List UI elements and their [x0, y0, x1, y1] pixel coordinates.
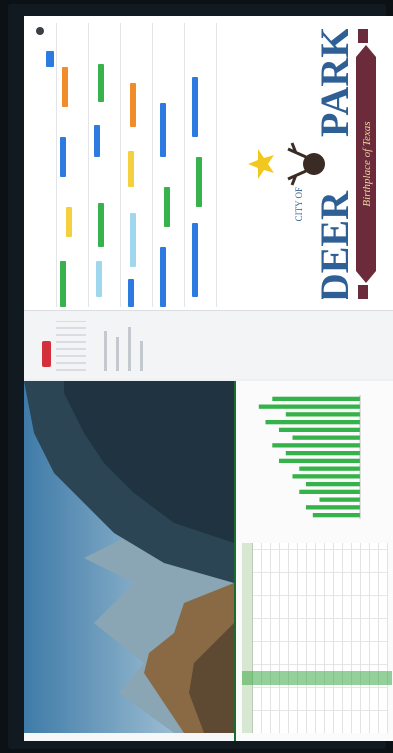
chart-bar	[306, 505, 360, 510]
calendar-event[interactable]	[66, 207, 72, 237]
table-row[interactable]	[316, 543, 325, 733]
selected-column	[242, 671, 392, 685]
calendar-event[interactable]	[192, 223, 198, 297]
calendar-event[interactable]	[130, 83, 136, 127]
calendar-event[interactable]	[192, 77, 198, 137]
logo-city-of: CITY OF	[294, 187, 304, 221]
chart-bar	[292, 474, 360, 479]
calendar-event[interactable]	[128, 279, 134, 307]
city-logo: Birthplace of Texas CITY OF DEER PARK	[244, 27, 384, 302]
longhorn-icon	[358, 285, 368, 299]
sidebar-item[interactable]	[140, 341, 143, 371]
chart-bar	[272, 396, 361, 401]
logo-name-left: DEER	[312, 190, 357, 299]
calendar-event[interactable]	[130, 213, 136, 267]
calendar-event[interactable]	[164, 187, 170, 227]
calendar-event[interactable]	[60, 137, 66, 177]
logo-tagline: Birthplace of Texas	[361, 121, 373, 206]
table-row[interactable]	[253, 543, 262, 733]
sidebar-item[interactable]	[128, 327, 131, 371]
mini-calendar[interactable]	[56, 321, 86, 371]
table-row[interactable]	[379, 543, 388, 733]
chart-bar	[319, 497, 360, 502]
spreadsheet-grid[interactable]	[242, 543, 392, 733]
chart-bar	[299, 466, 361, 471]
close-icon[interactable]	[36, 27, 44, 35]
mountain-photo	[24, 381, 234, 733]
table-row[interactable]	[343, 543, 352, 733]
calendar-event[interactable]	[98, 203, 104, 247]
calendar-sidebar	[24, 310, 393, 379]
table-row[interactable]	[370, 543, 379, 733]
calendar-event[interactable]	[62, 67, 68, 107]
table-row[interactable]	[280, 543, 289, 733]
calendar-window: Birthplace of Texas CITY OF DEER PARK	[24, 16, 393, 379]
calendar-event[interactable]	[96, 261, 102, 297]
sidebar-item[interactable]	[116, 337, 119, 371]
table-row[interactable]	[298, 543, 307, 733]
spreadsheet-window	[24, 381, 393, 741]
chart-bar	[312, 513, 361, 518]
chart-bar	[279, 458, 360, 463]
logo-name-right: PARK	[312, 29, 357, 137]
calendar-event[interactable]	[160, 103, 166, 157]
calendar-event[interactable]	[128, 151, 134, 187]
table-row[interactable]	[325, 543, 334, 733]
chart-bar	[279, 427, 360, 432]
calendar-event[interactable]	[196, 157, 202, 207]
city-logo-graphic: Birthplace of Texas CITY OF DEER PARK	[248, 27, 376, 302]
chart-bar	[285, 451, 361, 456]
calendar-event[interactable]	[98, 64, 104, 102]
create-button[interactable]	[42, 341, 51, 367]
table-row[interactable]	[352, 543, 361, 733]
chart-bar	[299, 489, 361, 494]
spreadsheet-pane	[234, 381, 393, 741]
star-icon	[248, 149, 274, 179]
chart-bar	[292, 435, 360, 440]
table-row[interactable]	[262, 543, 271, 733]
calendar-event[interactable]	[94, 125, 100, 157]
chart-bar	[272, 443, 361, 448]
longhorn-icon	[358, 29, 368, 43]
screen: Birthplace of Texas CITY OF DEER PARK	[24, 16, 393, 741]
sidebar-item[interactable]	[104, 331, 107, 371]
chart-bar	[265, 420, 360, 425]
table-row[interactable]	[289, 543, 298, 733]
bar-chart	[244, 387, 384, 527]
table-row[interactable]	[271, 543, 280, 733]
spreadsheet-header-row	[242, 543, 253, 733]
today-button[interactable]	[46, 51, 54, 67]
table-row[interactable]	[307, 543, 316, 733]
chart-bar	[285, 412, 361, 417]
table-row[interactable]	[334, 543, 343, 733]
deer-icon	[287, 142, 325, 186]
calendar-event[interactable]	[60, 261, 66, 307]
table-row[interactable]	[361, 543, 370, 733]
chart-bar	[306, 481, 360, 487]
calendar-event[interactable]	[160, 247, 166, 307]
monitor-bezel: Birthplace of Texas CITY OF DEER PARK	[8, 4, 393, 749]
bar-chart-plot	[258, 395, 361, 519]
chart-bar	[258, 404, 361, 409]
